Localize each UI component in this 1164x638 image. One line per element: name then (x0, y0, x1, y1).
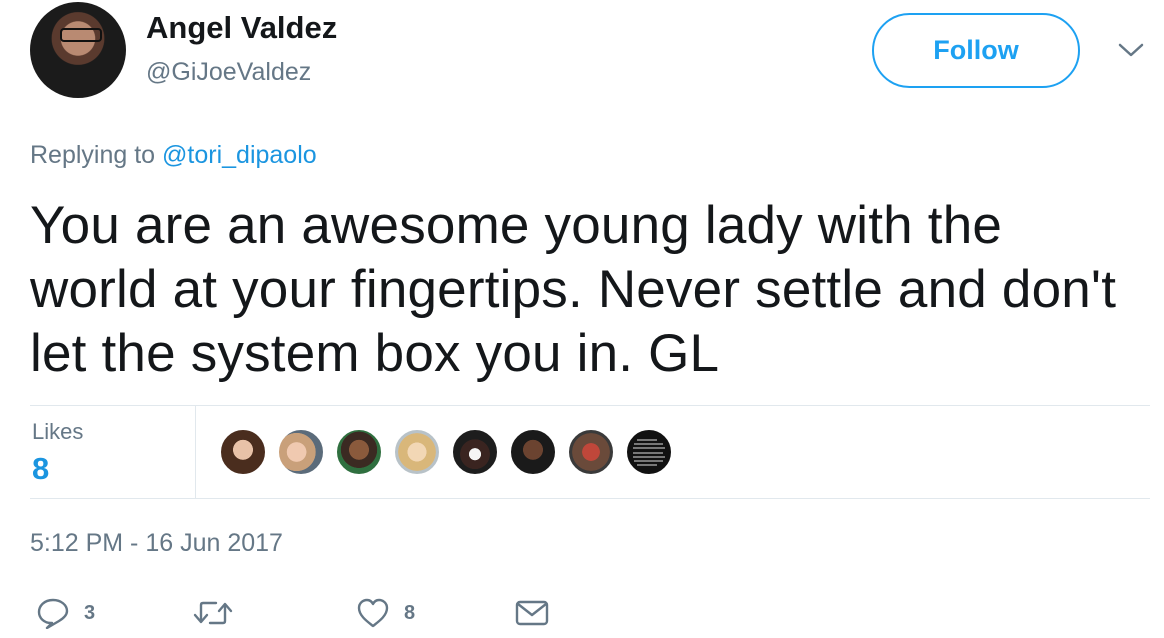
avatar-glasses (60, 28, 102, 42)
liker-avatar-2[interactable] (277, 428, 325, 476)
likes-label: Likes (32, 419, 84, 444)
replying-to-line: Replying to @tori_dipaolo (30, 141, 317, 170)
direct-message-button[interactable] (514, 596, 550, 630)
replying-to-label: Replying to (30, 141, 163, 169)
tweet-text: You are an awesome young lady with the w… (30, 196, 1117, 383)
author-handle[interactable]: @GiJoeValdez (146, 58, 311, 87)
like-count: 8 (404, 601, 416, 624)
follow-button[interactable]: Follow (872, 13, 1080, 88)
likes-separator (195, 406, 196, 498)
tweet-timestamp[interactable]: 5:12 PM - 16 Jun 2017 (30, 529, 283, 558)
likes-count: 8 (32, 451, 50, 486)
like-button[interactable]: 8 (356, 596, 415, 630)
author-name[interactable]: Angel Valdez (146, 10, 337, 46)
liker-avatar-5[interactable] (451, 428, 499, 476)
divider-top (30, 405, 1150, 406)
chevron-down-icon[interactable] (1117, 40, 1145, 60)
reply-button[interactable]: 3 (36, 596, 95, 630)
author-avatar[interactable] (30, 2, 126, 98)
liker-avatar-4[interactable] (393, 428, 441, 476)
liker-avatar-1[interactable] (219, 428, 267, 476)
likes-stat[interactable]: Likes 8 (30, 413, 194, 497)
divider-bottom (30, 498, 1150, 499)
heart-icon (356, 597, 390, 629)
reply-icon (36, 597, 70, 629)
liker-avatar-8[interactable] (625, 428, 673, 476)
mail-icon (514, 598, 550, 628)
liker-avatar-3[interactable] (335, 428, 383, 476)
reply-mention-link[interactable]: @tori_dipaolo (162, 141, 317, 169)
retweet-icon (192, 597, 234, 629)
liker-avatar-7[interactable] (567, 428, 615, 476)
liker-8-text-image (633, 439, 665, 466)
retweet-button[interactable] (192, 596, 248, 630)
liker-avatar-6[interactable] (509, 428, 557, 476)
reply-count: 3 (84, 601, 96, 624)
